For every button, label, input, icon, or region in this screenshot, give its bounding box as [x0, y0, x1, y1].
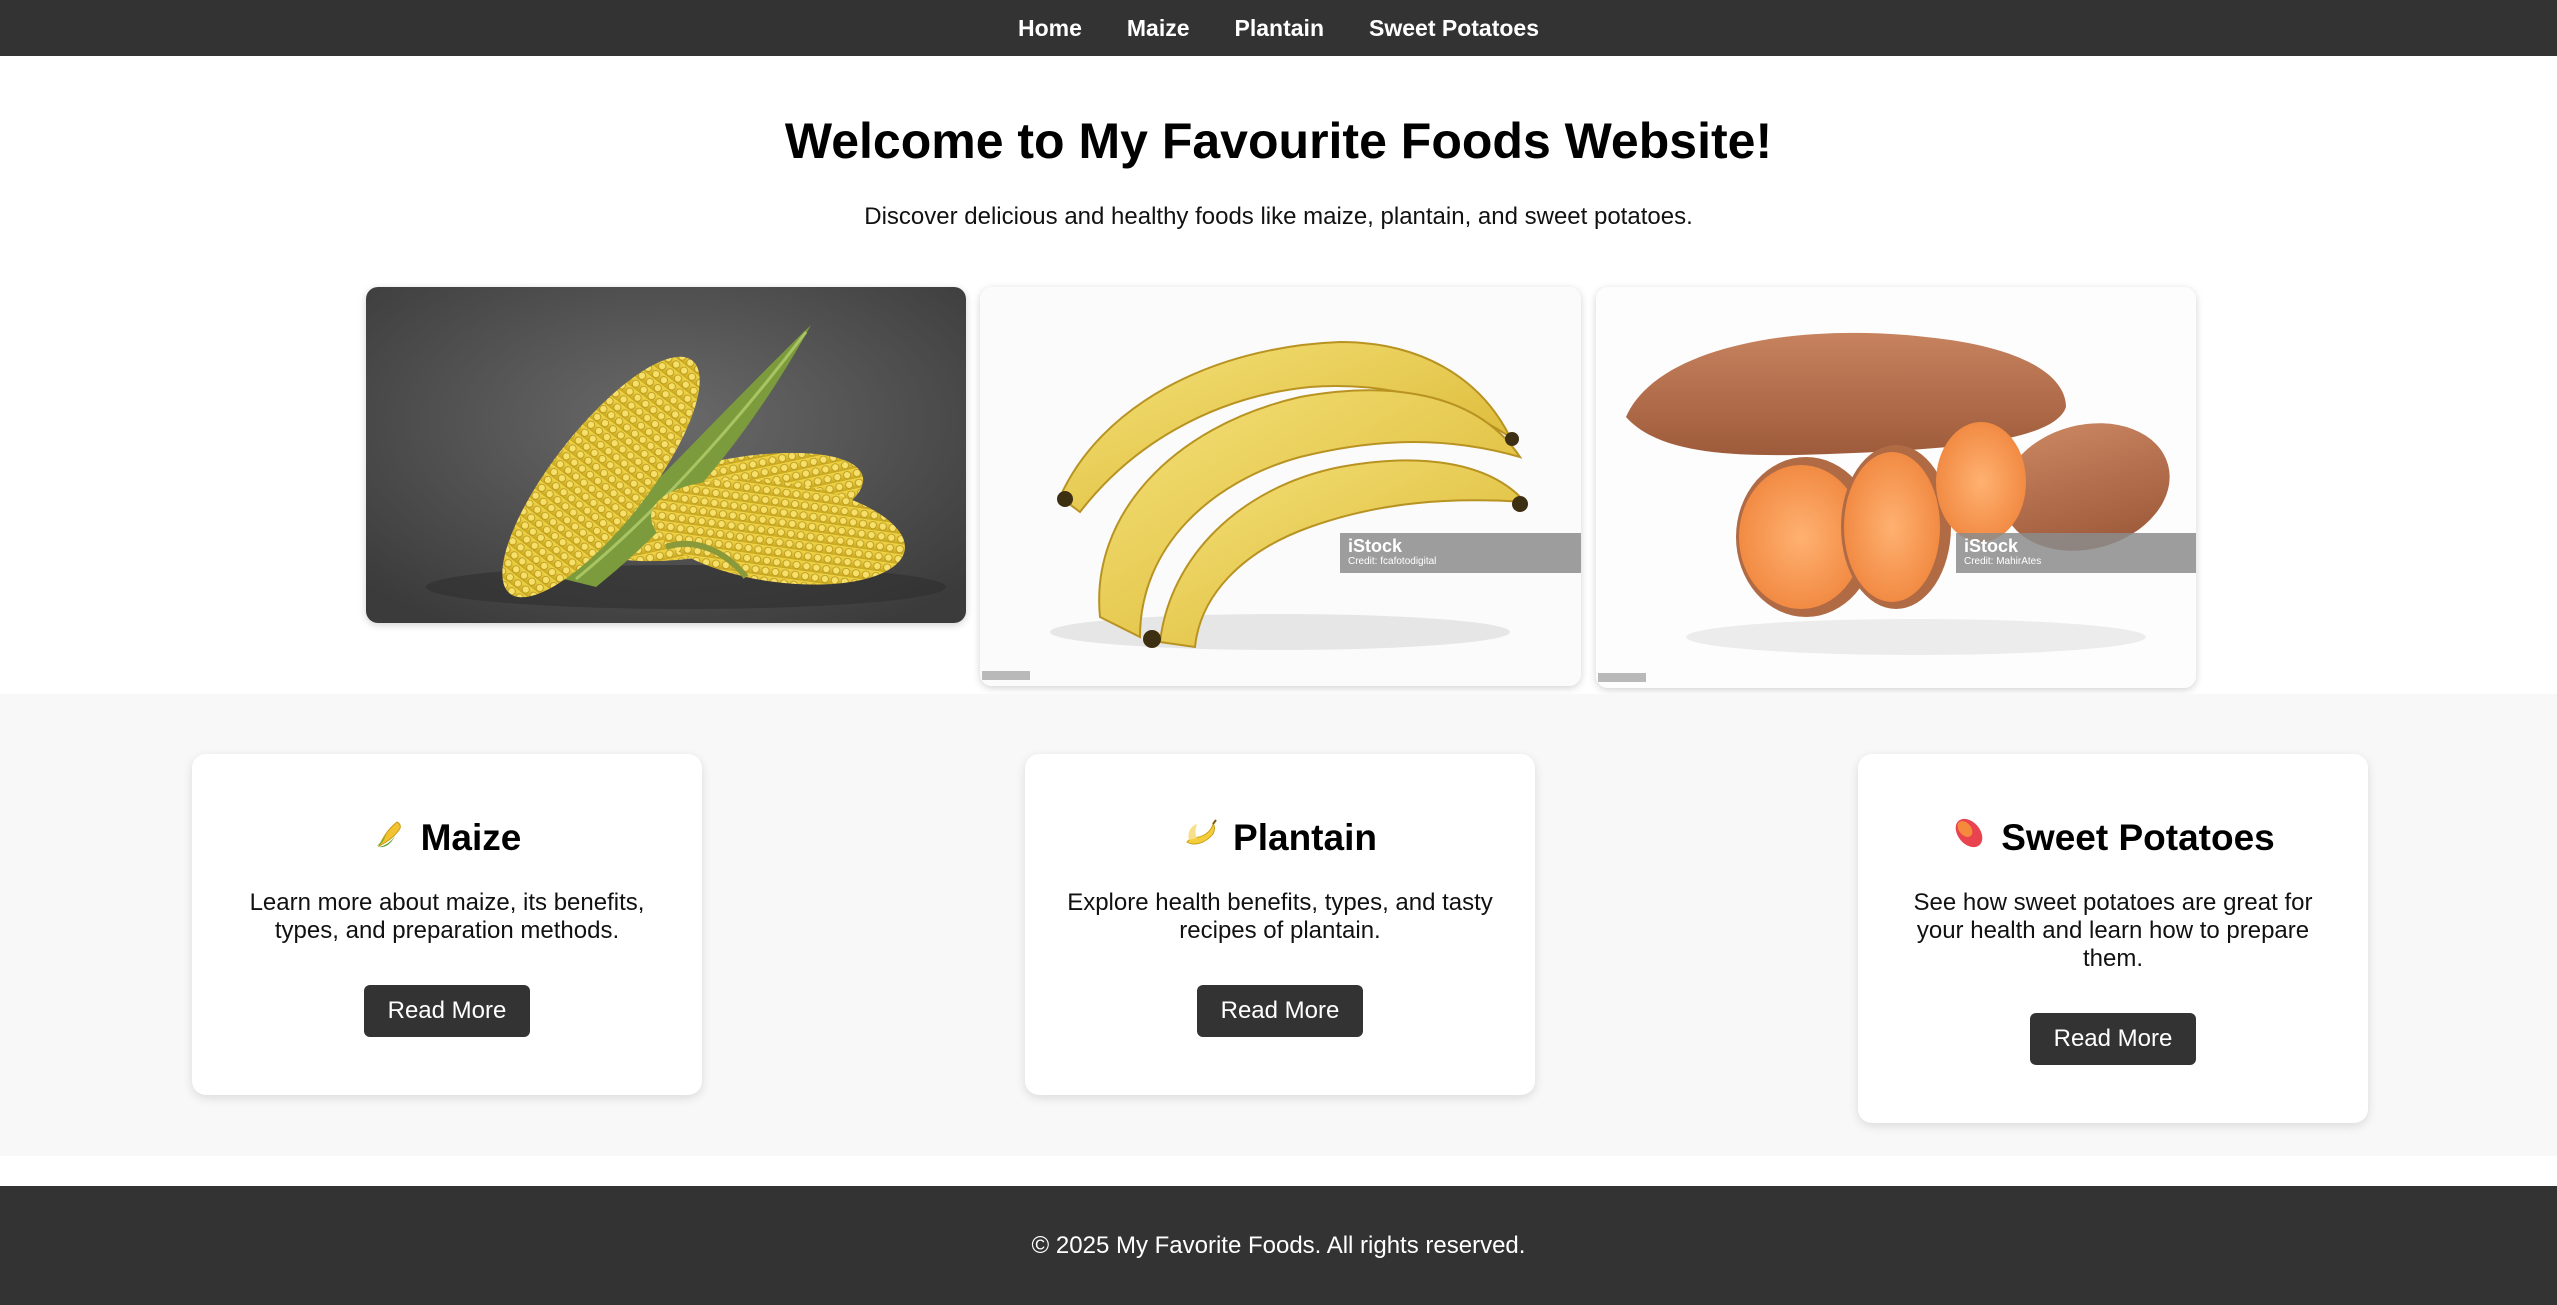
plantain-image: iStock Credit: fcafotodigital	[980, 287, 1581, 686]
page-title: Welcome to My Favourite Foods Website!	[784, 113, 1773, 169]
card-description: See how sweet potatoes are great for you…	[1913, 889, 2313, 972]
sweet-potato-image: iStock Credit: MahirAtes	[1596, 287, 2196, 688]
corn-icon	[373, 816, 407, 859]
card-title-text: Maize	[420, 816, 522, 858]
card-title-text: Sweet Potatoes	[2001, 816, 2275, 858]
banana-icon	[1183, 816, 1219, 859]
card-title-text: Plantain	[1233, 816, 1377, 858]
feature-card-plantain: Plantain Explore health benefits, types,…	[1025, 754, 1535, 1095]
feature-card-maize: Maize Learn more about maize, its benefi…	[192, 754, 702, 1095]
istock-brand: iStock	[1964, 536, 2019, 556]
feature-card-sweet-potatoes: Sweet Potatoes See how sweet potatoes ar…	[1858, 754, 2368, 1123]
page-subtitle: Discover delicious and healthy foods lik…	[864, 203, 1693, 230]
card-description: Learn more about maize, its benefits, ty…	[249, 889, 645, 944]
nav-link-maize[interactable]: Maize	[1127, 15, 1190, 42]
features-section: Maize Learn more about maize, its benefi…	[0, 694, 2557, 1156]
sweet-potato-icon	[1951, 816, 1987, 859]
card-title: Sweet Potatoes	[1858, 816, 2368, 859]
istock-watermark: iStock Credit: MahirAtes	[1956, 533, 2196, 573]
read-more-button[interactable]: Read More	[2029, 1013, 2197, 1065]
footer: © 2025 My Favorite Foods. All rights res…	[0, 1186, 2557, 1305]
image-id-tag	[1598, 673, 1646, 682]
read-more-button[interactable]: Read More	[1196, 985, 1364, 1037]
nav-link-plantain[interactable]: Plantain	[1235, 15, 1324, 42]
card-title: Plantain	[1025, 816, 1535, 859]
istock-credit: Credit: MahirAtes	[1964, 556, 2042, 567]
istock-watermark: iStock Credit: fcafotodigital	[1340, 533, 1581, 573]
image-id-tag	[982, 671, 1030, 680]
nav-link-sweet-potatoes[interactable]: Sweet Potatoes	[1369, 15, 1539, 42]
card-title: Maize	[192, 816, 702, 859]
maize-image	[366, 287, 966, 623]
footer-copyright: © 2025 My Favorite Foods. All rights res…	[1031, 1231, 1526, 1259]
istock-credit: Credit: fcafotodigital	[1348, 556, 1437, 567]
istock-brand: iStock	[1348, 536, 1403, 556]
card-description: Explore health benefits, types, and tast…	[1067, 889, 1493, 944]
nav-link-home[interactable]: Home	[1018, 15, 1082, 42]
top-nav: Home Maize Plantain Sweet Potatoes	[0, 0, 2557, 56]
read-more-button[interactable]: Read More	[363, 985, 531, 1037]
